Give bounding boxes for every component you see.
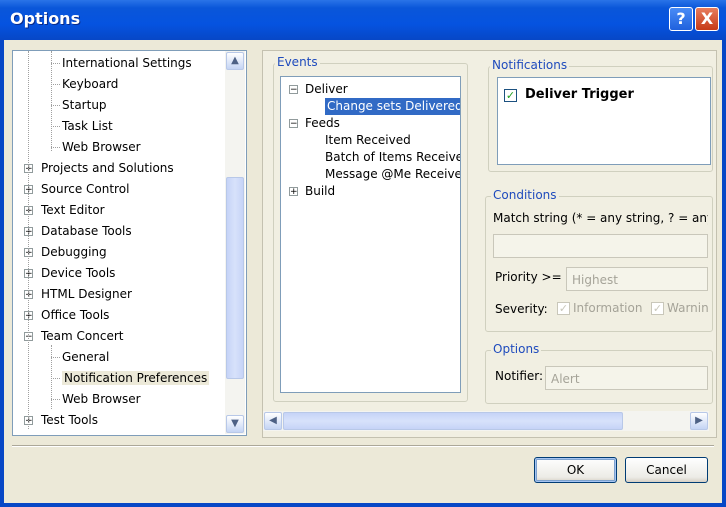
title-bar[interactable] — [0, 0, 726, 40]
tree-item[interactable]: Database Tools — [41, 221, 132, 241]
severity-label: Severity: — [495, 302, 548, 316]
event-item[interactable]: Item Received — [325, 132, 411, 149]
tree-scroll-thumb[interactable] — [226, 177, 244, 379]
tree-item-label: Device Tools — [41, 266, 116, 280]
match-string-label: Match string (* = any string, ? = any ch — [493, 211, 708, 225]
tree-item[interactable]: Team Concert — [41, 326, 123, 346]
tree-item-label: Projects and Solutions — [41, 161, 174, 175]
conditions-group-label: Conditions — [491, 188, 559, 202]
event-item[interactable]: Feeds — [305, 115, 340, 132]
tree-item[interactable]: Text Editor — [41, 200, 105, 220]
tree-item-label: Test Tools — [41, 413, 99, 427]
tree-item[interactable]: Projects and Solutions — [41, 158, 174, 178]
tree-item[interactable]: General — [62, 347, 109, 367]
tree-item[interactable]: Web Browser — [62, 389, 141, 409]
deliver-trigger-checkbox[interactable]: ✓ — [504, 89, 517, 102]
severity-warning-label: Warning — [667, 301, 708, 315]
tree-item[interactable]: HTML Designer — [41, 284, 132, 304]
notifier-label: Notifier: — [495, 369, 544, 383]
tree-item[interactable]: Office Tools — [41, 305, 109, 325]
tree-item-label: Startup — [62, 98, 107, 112]
priority-select[interactable]: Highest — [566, 267, 708, 291]
tree-item-label: Notification Preferences — [62, 371, 210, 385]
notifications-group-label: Notifications — [490, 58, 570, 72]
close-button[interactable]: X — [695, 7, 719, 31]
tree-connector — [51, 51, 52, 151]
tree-item-label: HTML Designer — [41, 287, 132, 301]
priority-value: Highest — [572, 273, 618, 287]
severity-warning-checkbox[interactable]: ✓ — [651, 302, 664, 315]
tree-connector — [51, 345, 52, 409]
panel-horizontal-scrollbar[interactable]: ◀ ▶ — [263, 411, 709, 431]
footer-separator — [12, 445, 714, 447]
match-string-input[interactable] — [493, 234, 708, 258]
window-frame-right — [722, 40, 726, 507]
tree-item[interactable]: Startup — [62, 95, 107, 115]
event-item[interactable]: Deliver — [305, 81, 348, 98]
deliver-trigger-label: Deliver Trigger — [525, 87, 634, 102]
tree-connector — [51, 84, 60, 85]
tree-item-label: Text Editor — [41, 203, 105, 217]
tree-item[interactable]: Test Tools — [41, 410, 98, 430]
events-group-label: Events — [275, 55, 320, 69]
event-item[interactable]: Change sets Delivered — [325, 98, 460, 115]
tree-item[interactable]: Web Browser — [62, 137, 141, 157]
event-item[interactable]: Batch of Items Received — [325, 149, 460, 166]
priority-label: Priority >= — [495, 270, 562, 284]
collapse-icon[interactable]: − — [289, 85, 298, 95]
tree-item-label: Office Tools — [41, 308, 110, 322]
tree-connector — [51, 357, 60, 358]
severity-information-label: Information — [573, 301, 643, 315]
tree-item-label: Source Control — [41, 182, 130, 196]
tree-item-label: Team Concert — [41, 329, 124, 343]
tree-item[interactable]: International Settings — [62, 53, 192, 73]
tree-connector — [51, 126, 60, 127]
tree-item[interactable]: Task List — [62, 116, 113, 136]
expand-icon[interactable]: + — [289, 187, 298, 197]
ok-button[interactable]: OK — [534, 457, 617, 483]
notifications-list[interactable]: ✓ Deliver Trigger — [497, 77, 711, 165]
events-tree[interactable]: − Deliver Change sets Delivered − Feeds Item … — [280, 76, 461, 393]
collapse-icon[interactable]: − — [289, 119, 298, 129]
panel-scroll-thumb[interactable] — [283, 412, 623, 430]
tree-item-label: General — [62, 350, 110, 364]
tree-item-label: International Settings — [62, 56, 192, 70]
event-item[interactable]: Build — [305, 183, 335, 200]
notifier-value: Alert — [551, 372, 580, 386]
severity-information-checkbox[interactable]: ✓ — [557, 302, 570, 315]
tree-item-label: Web Browser — [62, 392, 141, 406]
scroll-left-arrow-icon[interactable]: ◀ — [264, 412, 282, 430]
tree-connector — [51, 378, 60, 379]
window-frame-left — [0, 40, 4, 507]
scroll-up-arrow-icon[interactable]: ▲ — [226, 52, 244, 70]
tree-connector — [51, 399, 60, 400]
event-item[interactable]: Message @Me Received — [325, 166, 460, 183]
tree-vertical-scrollbar[interactable]: ▲ ▼ — [225, 51, 245, 434]
tree-connector — [28, 51, 29, 429]
window-frame-bottom — [0, 503, 726, 507]
tree-item[interactable]: Device Tools — [41, 263, 115, 283]
tree-item[interactable]: Notification Preferences — [62, 368, 210, 388]
tree-item-label: Task List — [62, 119, 113, 133]
help-button[interactable]: ? — [669, 7, 693, 31]
tree-item[interactable]: Source Control — [41, 179, 129, 199]
options-tree[interactable]: International Settings Keyboard Startup Tas… — [12, 50, 247, 436]
tree-item-label: Database Tools — [41, 224, 132, 238]
tree-connector — [51, 147, 60, 148]
tree-connector — [51, 105, 60, 106]
window-title: Options — [10, 9, 81, 28]
tree-item[interactable]: Debugging — [41, 242, 107, 262]
tree-item[interactable]: Keyboard — [62, 74, 118, 94]
scroll-down-arrow-icon[interactable]: ▼ — [226, 415, 244, 433]
scroll-right-arrow-icon[interactable]: ▶ — [690, 412, 708, 430]
cancel-button[interactable]: Cancel — [625, 457, 708, 483]
tree-item-label: Web Browser — [62, 140, 141, 154]
tree-item-label: Debugging — [41, 245, 107, 259]
tree-item-label: Keyboard — [62, 77, 119, 91]
tree-connector — [51, 63, 60, 64]
notifier-select[interactable]: Alert — [545, 366, 708, 390]
options-group-label: Options — [491, 342, 542, 356]
